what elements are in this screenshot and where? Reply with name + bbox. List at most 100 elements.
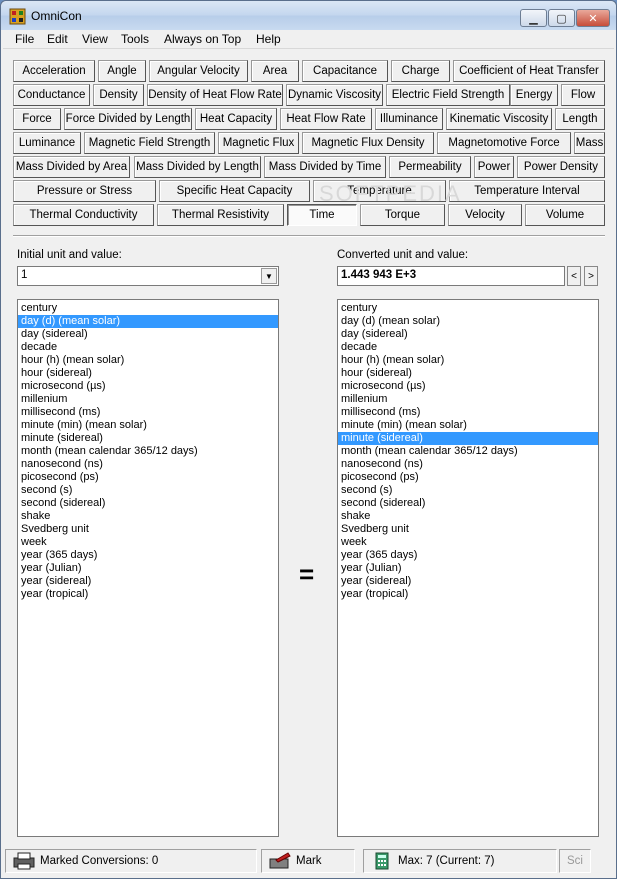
category-button-magnetomotive-force[interactable]: Magnetomotive Force [437, 132, 571, 154]
list-item[interactable]: year (tropical) [338, 588, 598, 601]
initial-value[interactable]: 1 [21, 269, 27, 281]
list-item[interactable]: millenium [18, 393, 278, 406]
category-button-mass[interactable]: Mass [574, 132, 605, 154]
category-button-magnetic-field-strength[interactable]: Magnetic Field Strength [84, 132, 215, 154]
category-button-flow[interactable]: Flow [561, 84, 605, 106]
list-item[interactable]: month (mean calendar 365/12 days) [338, 445, 598, 458]
converted-unit-list[interactable]: century day (d) (mean solar) day (sidereal… [337, 299, 599, 837]
list-item[interactable]: hour (h) (mean solar) [18, 354, 278, 367]
category-button-angular-velocity[interactable]: Angular Velocity [149, 60, 248, 82]
list-item[interactable]: hour (h) (mean solar) [338, 354, 598, 367]
list-item[interactable]: second (s) [18, 484, 278, 497]
list-item[interactable]: millisecond (ms) [18, 406, 278, 419]
category-button-power-density[interactable]: Power Density [517, 156, 605, 178]
category-button-kinematic-viscosity[interactable]: Kinematic Viscosity [446, 108, 552, 130]
category-button-illuminance[interactable]: Illuminance [375, 108, 443, 130]
list-item[interactable]: millenium [338, 393, 598, 406]
category-button-acceleration[interactable]: Acceleration [13, 60, 95, 82]
list-item[interactable]: week [338, 536, 598, 549]
list-item[interactable]: minute (min) (mean solar) [338, 419, 598, 432]
category-button-heat-capacity[interactable]: Heat Capacity [195, 108, 277, 130]
category-button-force[interactable]: Force [13, 108, 61, 130]
list-item[interactable]: day (sidereal) [18, 328, 278, 341]
list-item[interactable]: shake [338, 510, 598, 523]
list-item[interactable]: second (s) [338, 484, 598, 497]
list-item[interactable]: month (mean calendar 365/12 days) [18, 445, 278, 458]
category-button-mass-divided-by-area[interactable]: Mass Divided by Area [13, 156, 130, 178]
category-button-specific-heat-capacity[interactable]: Specific Heat Capacity [159, 180, 310, 202]
list-item[interactable]: microsecond (µs) [338, 380, 598, 393]
category-button-length[interactable]: Length [555, 108, 605, 130]
category-button-luminance[interactable]: Luminance [13, 132, 81, 154]
category-button-conductance[interactable]: Conductance [13, 84, 90, 106]
category-button-mass-divided-by-time[interactable]: Mass Divided by Time [264, 156, 386, 178]
title-bar[interactable]: OmniCon ▁ ▢ ✕ [1, 1, 616, 30]
category-button-density-of-heat-flow-rate[interactable]: Density of Heat Flow Rate [147, 84, 283, 106]
list-item[interactable]: second (sidereal) [18, 497, 278, 510]
list-item[interactable]: century [338, 302, 598, 315]
list-item[interactable]: minute (sidereal) [338, 432, 598, 445]
category-button-temperature-interval[interactable]: Temperature Interval [449, 180, 605, 202]
next-button[interactable]: > [584, 266, 598, 286]
list-item[interactable]: day (d) (mean solar) [338, 315, 598, 328]
category-button-energy[interactable]: Energy [510, 84, 558, 106]
list-item[interactable]: year (365 days) [18, 549, 278, 562]
list-item[interactable]: day (d) (mean solar) [18, 315, 278, 328]
converted-value[interactable]: 1.443 943 E+3 [337, 266, 565, 286]
list-item[interactable]: century [18, 302, 278, 315]
category-button-area[interactable]: Area [251, 60, 299, 82]
menu-tools[interactable]: Tools [121, 32, 149, 46]
initial-value-combo[interactable]: 1 ▼ [17, 266, 279, 286]
category-button-force-divided-by-length[interactable]: Force Divided by Length [64, 108, 192, 130]
minimize-button[interactable]: ▁ [520, 9, 547, 27]
category-button-heat-flow-rate[interactable]: Heat Flow Rate [280, 108, 372, 130]
list-item[interactable]: Svedberg unit [18, 523, 278, 536]
list-item[interactable]: second (sidereal) [338, 497, 598, 510]
close-button[interactable]: ✕ [576, 9, 610, 27]
menu-edit[interactable]: Edit [47, 32, 68, 46]
category-button-power[interactable]: Power [474, 156, 514, 178]
category-button-charge[interactable]: Charge [391, 60, 450, 82]
initial-unit-list[interactable]: century day (d) (mean solar) day (sidereal… [17, 299, 279, 837]
category-button-thermal-conductivity[interactable]: Thermal Conductivity [13, 204, 154, 226]
list-item[interactable]: minute (sidereal) [18, 432, 278, 445]
list-item[interactable]: nanosecond (ns) [18, 458, 278, 471]
list-item[interactable]: day (sidereal) [338, 328, 598, 341]
list-item[interactable]: year (sidereal) [18, 575, 278, 588]
list-item[interactable]: millisecond (ms) [338, 406, 598, 419]
list-item[interactable]: picosecond (ps) [338, 471, 598, 484]
category-button-mass-divided-by-length[interactable]: Mass Divided by Length [134, 156, 261, 178]
menu-file[interactable]: File [15, 32, 34, 46]
list-item[interactable]: Svedberg unit [338, 523, 598, 536]
maximize-button[interactable]: ▢ [548, 9, 575, 27]
category-button-density[interactable]: Density [93, 84, 144, 106]
category-button-magnetic-flux[interactable]: Magnetic Flux [218, 132, 299, 154]
list-item[interactable]: nanosecond (ns) [338, 458, 598, 471]
list-item[interactable]: microsecond (µs) [18, 380, 278, 393]
list-item[interactable]: week [18, 536, 278, 549]
menu-view[interactable]: View [82, 32, 108, 46]
list-item[interactable]: year (tropical) [18, 588, 278, 601]
dropdown-arrow-icon[interactable]: ▼ [261, 268, 277, 284]
category-button-pressure-or-stress[interactable]: Pressure or Stress [13, 180, 156, 202]
menu-always-on-top[interactable]: Always on Top [164, 32, 241, 46]
category-button-magnetic-flux-density[interactable]: Magnetic Flux Density [302, 132, 434, 154]
category-button-velocity[interactable]: Velocity [448, 204, 522, 226]
category-button-time[interactable]: Time [287, 204, 357, 226]
category-button-capacitance[interactable]: Capacitance [302, 60, 388, 82]
list-item[interactable]: hour (sidereal) [338, 367, 598, 380]
category-button-coefficient-of-heat-transfer[interactable]: Coefficient of Heat Transfer [453, 60, 605, 82]
category-button-electric-field-strength[interactable]: Electric Field Strength [386, 84, 510, 106]
list-item[interactable]: year (Julian) [338, 562, 598, 575]
list-item[interactable]: year (sidereal) [338, 575, 598, 588]
category-button-dynamic-viscosity[interactable]: Dynamic Viscosity [286, 84, 383, 106]
category-button-thermal-resistivity[interactable]: Thermal Resistivity [157, 204, 284, 226]
previous-button[interactable]: < [567, 266, 581, 286]
category-button-permeability[interactable]: Permeability [389, 156, 471, 178]
category-button-torque[interactable]: Torque [360, 204, 445, 226]
list-item[interactable]: hour (sidereal) [18, 367, 278, 380]
list-item[interactable]: decade [18, 341, 278, 354]
category-button-angle[interactable]: Angle [98, 60, 146, 82]
list-item[interactable]: year (Julian) [18, 562, 278, 575]
menu-help[interactable]: Help [256, 32, 281, 46]
